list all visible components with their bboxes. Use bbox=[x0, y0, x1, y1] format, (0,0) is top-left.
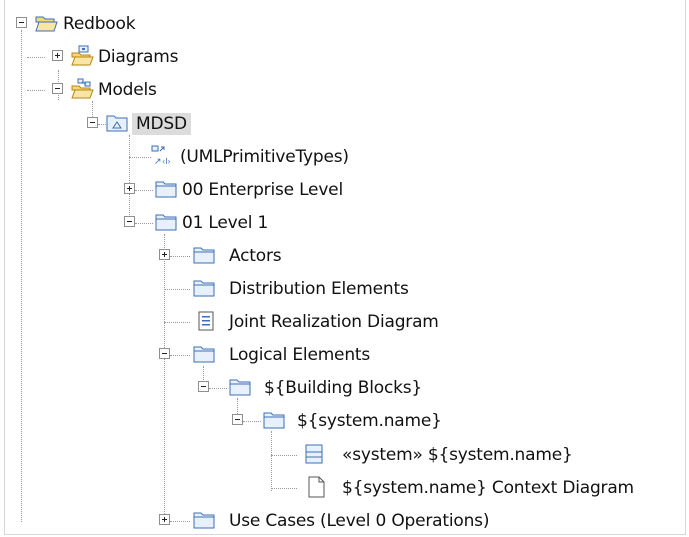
document-icon bbox=[304, 476, 328, 498]
tree-node-label: Models bbox=[98, 80, 157, 100]
package-icon bbox=[228, 376, 252, 398]
package-icon bbox=[192, 509, 216, 531]
tree-node-enterprise-level[interactable]: 00 Enterprise Level bbox=[0, 176, 380, 204]
collapse-toggle[interactable] bbox=[232, 414, 243, 425]
tree-node-label: Logical Elements bbox=[229, 345, 371, 365]
model-icon bbox=[105, 112, 129, 134]
tree-node-building-blocks[interactable]: ${Building Blocks} bbox=[0, 374, 460, 402]
tree-node-logical-elements[interactable]: Logical Elements bbox=[0, 341, 420, 369]
package-icon bbox=[154, 178, 178, 200]
library-reference-icon: ↗ ‹I› bbox=[150, 145, 174, 167]
svg-text:‹I›: ‹I› bbox=[162, 157, 171, 166]
collapse-toggle[interactable] bbox=[124, 216, 135, 227]
collapse-toggle[interactable] bbox=[87, 117, 98, 128]
tree-node-distribution-elements[interactable]: Distribution Elements bbox=[0, 275, 460, 303]
tree-node-joint-realization-diagram[interactable]: Joint Realization Diagram bbox=[0, 308, 480, 336]
tree-node-label: (UMLPrimitiveTypes) bbox=[180, 147, 349, 167]
expand-toggle[interactable] bbox=[159, 249, 170, 260]
collapse-toggle[interactable] bbox=[16, 17, 27, 28]
tree-node-label: Distribution Elements bbox=[229, 279, 409, 299]
tree-node-label: ${system.name} bbox=[297, 411, 442, 431]
package-icon bbox=[262, 409, 286, 431]
expand-toggle[interactable] bbox=[124, 183, 135, 194]
tree-node-label: Joint Realization Diagram bbox=[229, 312, 439, 332]
tree-node-context-diagram[interactable]: ${system.name} Context Diagram bbox=[0, 474, 680, 502]
tree-node-use-cases[interactable]: Use Cases (Level 0 Operations) bbox=[0, 507, 560, 535]
tree-node-label: ${Building Blocks} bbox=[264, 378, 423, 398]
collapse-toggle[interactable] bbox=[52, 83, 63, 94]
tree-node-redbook[interactable]: Redbook bbox=[0, 10, 200, 38]
package-icon bbox=[192, 343, 216, 365]
expand-toggle[interactable] bbox=[159, 514, 170, 525]
tree-node-system-name-package[interactable]: ${system.name} bbox=[0, 407, 480, 435]
tree-node-label: Use Cases (Level 0 Operations) bbox=[229, 511, 490, 531]
tree-node-label: 01 Level 1 bbox=[182, 213, 269, 233]
package-icon bbox=[192, 244, 216, 266]
diagrams-folder-icon bbox=[70, 45, 94, 67]
tree-node-system-class[interactable]: «system» ${system.name} bbox=[0, 441, 640, 469]
tree-node-label: Actors bbox=[229, 246, 282, 266]
collapse-toggle[interactable] bbox=[159, 348, 170, 359]
tree-node-label: Redbook bbox=[63, 14, 136, 34]
package-icon bbox=[192, 277, 216, 299]
diagram-icon bbox=[194, 310, 218, 332]
tree-node-diagrams[interactable]: Diagrams bbox=[0, 43, 220, 71]
tree-node-actors[interactable]: Actors bbox=[0, 242, 300, 270]
package-icon bbox=[154, 211, 178, 233]
class-icon bbox=[302, 443, 326, 465]
tree-node-umlprimitivetypes[interactable]: ↗ ‹I› (UMLPrimitiveTypes) bbox=[0, 143, 349, 171]
tree-node-label: MDSD bbox=[132, 113, 191, 135]
tree-node-label: «system» ${system.name} bbox=[342, 445, 573, 465]
tree-node-level1[interactable]: 01 Level 1 bbox=[0, 209, 300, 237]
tree-node-mdsd[interactable]: MDSD bbox=[0, 110, 240, 138]
tree-node-label: ${system.name} Context Diagram bbox=[342, 478, 634, 498]
tree-node-label: Diagrams bbox=[98, 47, 179, 67]
tree-node-label: 00 Enterprise Level bbox=[182, 180, 343, 200]
svg-text:↗: ↗ bbox=[154, 157, 162, 167]
open-folder-icon bbox=[34, 12, 58, 34]
models-folder-icon bbox=[70, 78, 94, 100]
project-explorer-tree: Redbook Diagrams Models MDSD ↗ ‹I› (UMLPr… bbox=[0, 0, 689, 537]
tree-node-models[interactable]: Models bbox=[0, 76, 220, 104]
collapse-toggle[interactable] bbox=[198, 381, 209, 392]
expand-toggle[interactable] bbox=[52, 50, 63, 61]
